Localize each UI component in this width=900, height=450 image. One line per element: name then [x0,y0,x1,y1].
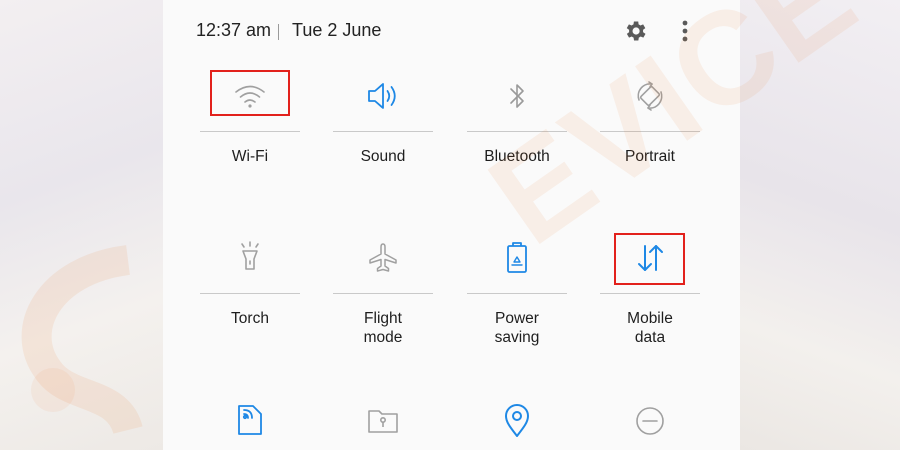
tile-label: Flight mode [363,310,403,346]
tile-divider [467,131,567,132]
status-bar: 12:37 am Tue 2 June [163,0,740,64]
tile-divider [600,293,700,294]
tile-divider [467,293,567,294]
tile-label: Power saving [494,310,540,346]
gear-icon[interactable] [622,18,648,44]
tile-label: Mobile data [627,310,673,346]
tile-do-not-disturb[interactable] [600,398,700,450]
location-icon [497,400,537,440]
more-vert-icon[interactable] [673,18,697,44]
nfc-icon [230,400,270,440]
secure-folder-icon [363,400,403,440]
quick-settings-panel: 12:37 am Tue 2 June Wi-Fi Sound Bluetoot… [163,0,900,450]
date-label: Tue 2 June [292,20,382,40]
tile-power-saving[interactable]: Power saving [467,236,567,356]
tile-divider [200,293,300,294]
tile-secure-folder[interactable] [333,398,433,450]
tile-wifi[interactable]: Wi-Fi [200,74,300,174]
wifi-icon [230,76,270,116]
tile-location[interactable] [467,398,567,450]
tile-mobile-data[interactable]: Mobile data [600,236,700,356]
up-down-arrows-icon [630,238,670,278]
flashlight-icon [230,238,270,278]
tile-divider [333,131,433,132]
airplane-icon [363,238,403,278]
background-left [0,0,163,450]
clock-time: 12:37 am [196,20,272,40]
rotate-icon [630,76,670,116]
speaker-icon [363,76,403,116]
tile-portrait[interactable]: Portrait [600,74,700,174]
tile-flight-mode[interactable]: Flight mode [333,236,433,356]
tile-divider [600,131,700,132]
do-not-disturb-icon [630,400,670,440]
bluetooth-icon [497,76,537,116]
tile-torch[interactable]: Torch [200,236,300,356]
tile-divider [333,293,433,294]
tile-label: Torch [231,310,269,327]
tile-nfc[interactable] [200,398,300,450]
background-right [740,0,900,450]
tile-bluetooth[interactable]: Bluetooth [467,74,567,174]
watermark-logo-icon [21,245,143,436]
battery-recycle-icon [497,238,537,278]
divider [278,24,279,40]
tile-label: Sound [360,148,406,165]
tile-label: Wi-Fi [231,148,269,165]
tile-sound[interactable]: Sound [333,74,433,174]
tile-label: Bluetooth [484,148,550,165]
tile-label: Portrait [625,148,675,165]
tile-divider [200,131,300,132]
